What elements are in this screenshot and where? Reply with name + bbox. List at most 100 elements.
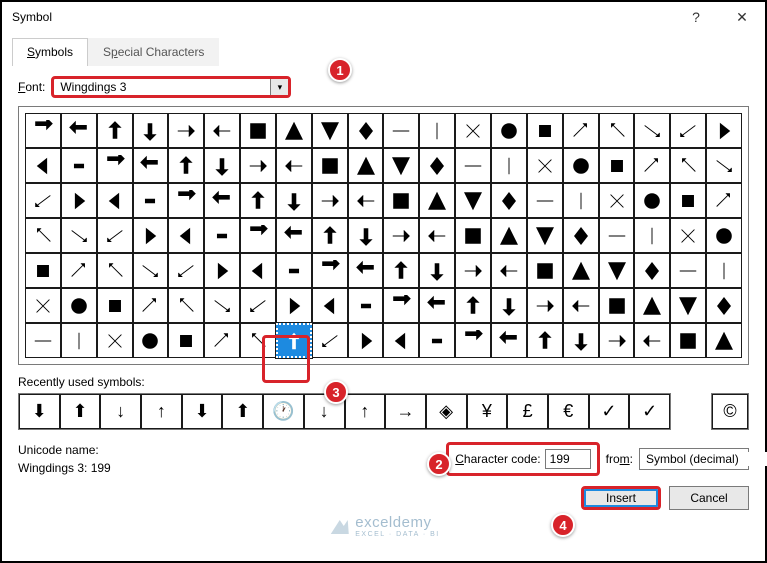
symbol-cell[interactable] — [97, 113, 133, 148]
symbol-cell[interactable] — [168, 288, 204, 323]
font-input[interactable] — [54, 80, 270, 94]
recent-symbol[interactable]: ⬆ — [60, 394, 101, 429]
symbol-cell[interactable] — [455, 253, 491, 288]
symbol-cell[interactable] — [599, 148, 635, 183]
symbol-cell[interactable] — [133, 113, 169, 148]
symbol-cell[interactable] — [563, 113, 599, 148]
symbol-cell[interactable] — [563, 323, 599, 358]
symbol-cell[interactable] — [527, 148, 563, 183]
recent-symbol[interactable]: € — [548, 394, 589, 429]
symbol-cell[interactable] — [383, 253, 419, 288]
symbol-cell[interactable] — [670, 183, 706, 218]
symbol-cell[interactable] — [599, 253, 635, 288]
symbol-cell[interactable] — [706, 183, 742, 218]
symbol-cell[interactable] — [348, 323, 384, 358]
font-combobox[interactable]: ▾ — [51, 76, 291, 98]
symbol-cell[interactable] — [240, 253, 276, 288]
recent-symbol[interactable]: ↑ — [345, 394, 386, 429]
symbol-cell[interactable] — [419, 288, 455, 323]
symbol-cell[interactable] — [670, 148, 706, 183]
symbol-cell[interactable] — [168, 113, 204, 148]
symbol-cell[interactable] — [419, 323, 455, 358]
symbol-cell[interactable] — [61, 323, 97, 358]
symbol-cell[interactable] — [419, 113, 455, 148]
recent-symbol[interactable]: → — [385, 394, 426, 429]
symbol-cell[interactable] — [204, 218, 240, 253]
symbol-cell[interactable] — [527, 218, 563, 253]
symbol-cell[interactable] — [455, 113, 491, 148]
symbol-cell[interactable] — [706, 113, 742, 148]
symbol-cell[interactable] — [97, 288, 133, 323]
symbol-cell[interactable] — [419, 253, 455, 288]
symbol-cell[interactable] — [25, 253, 61, 288]
symbol-cell[interactable] — [133, 183, 169, 218]
symbol-cell[interactable] — [348, 218, 384, 253]
symbol-cell[interactable] — [276, 288, 312, 323]
symbol-cell[interactable] — [168, 218, 204, 253]
symbol-cell[interactable] — [383, 288, 419, 323]
symbol-cell[interactable] — [312, 148, 348, 183]
symbol-cell[interactable] — [204, 253, 240, 288]
symbol-cell[interactable] — [168, 148, 204, 183]
symbol-cell[interactable] — [419, 218, 455, 253]
recent-symbol[interactable]: 🕐 — [263, 394, 304, 429]
symbol-cell[interactable] — [97, 183, 133, 218]
symbol-cell[interactable] — [348, 253, 384, 288]
symbol-cell[interactable] — [634, 183, 670, 218]
symbol-cell[interactable] — [634, 253, 670, 288]
charcode-input[interactable] — [545, 449, 591, 469]
symbol-cell[interactable] — [25, 288, 61, 323]
symbol-cell[interactable] — [168, 323, 204, 358]
symbol-cell[interactable] — [599, 183, 635, 218]
recent-symbol[interactable]: £ — [507, 394, 548, 429]
symbol-cell[interactable] — [240, 288, 276, 323]
symbol-cell[interactable] — [204, 288, 240, 323]
symbol-cell[interactable] — [491, 218, 527, 253]
recent-symbol[interactable]: ↓ — [100, 394, 141, 429]
symbol-cell[interactable] — [491, 323, 527, 358]
symbol-cell[interactable] — [634, 218, 670, 253]
symbol-cell[interactable] — [563, 288, 599, 323]
symbol-cell[interactable] — [312, 323, 348, 358]
symbol-cell[interactable] — [25, 323, 61, 358]
symbol-cell[interactable] — [312, 218, 348, 253]
symbol-cell[interactable] — [634, 323, 670, 358]
tab-symbols[interactable]: SSymbolsymbols — [12, 38, 88, 66]
symbol-cell[interactable] — [491, 183, 527, 218]
symbol-cell[interactable] — [527, 253, 563, 288]
from-input[interactable] — [640, 452, 767, 466]
symbol-cell[interactable] — [419, 148, 455, 183]
help-button[interactable]: ? — [673, 2, 719, 32]
symbol-cell[interactable] — [527, 183, 563, 218]
symbol-cell[interactable] — [133, 323, 169, 358]
symbol-cell[interactable] — [97, 253, 133, 288]
recent-symbol[interactable]: ◈ — [426, 394, 467, 429]
recent-symbol[interactable]: ⬇ — [19, 394, 60, 429]
symbol-cell[interactable] — [706, 148, 742, 183]
symbol-cell[interactable] — [563, 253, 599, 288]
recent-symbol[interactable]: ⬆ — [222, 394, 263, 429]
symbol-cell[interactable] — [634, 288, 670, 323]
symbol-cell[interactable] — [491, 148, 527, 183]
symbol-cell[interactable] — [240, 113, 276, 148]
symbol-cell[interactable] — [25, 183, 61, 218]
symbol-cell[interactable] — [491, 113, 527, 148]
symbol-cell[interactable] — [61, 113, 97, 148]
symbol-cell[interactable] — [527, 113, 563, 148]
recent-symbol[interactable]: ↑ — [141, 394, 182, 429]
symbol-cell[interactable] — [97, 218, 133, 253]
symbol-cell[interactable] — [670, 288, 706, 323]
symbol-cell[interactable] — [276, 148, 312, 183]
symbol-cell[interactable] — [61, 183, 97, 218]
recent-extra[interactable]: © — [711, 393, 749, 430]
symbol-cell[interactable] — [25, 218, 61, 253]
symbol-cell[interactable] — [455, 183, 491, 218]
symbol-cell[interactable] — [419, 183, 455, 218]
symbol-cell[interactable] — [491, 288, 527, 323]
symbol-cell[interactable] — [670, 323, 706, 358]
recent-symbol[interactable]: ✓ — [629, 394, 670, 429]
recent-symbol[interactable]: ⬇ — [182, 394, 223, 429]
symbol-cell[interactable] — [634, 113, 670, 148]
symbol-cell[interactable] — [706, 218, 742, 253]
symbol-cell[interactable] — [312, 288, 348, 323]
